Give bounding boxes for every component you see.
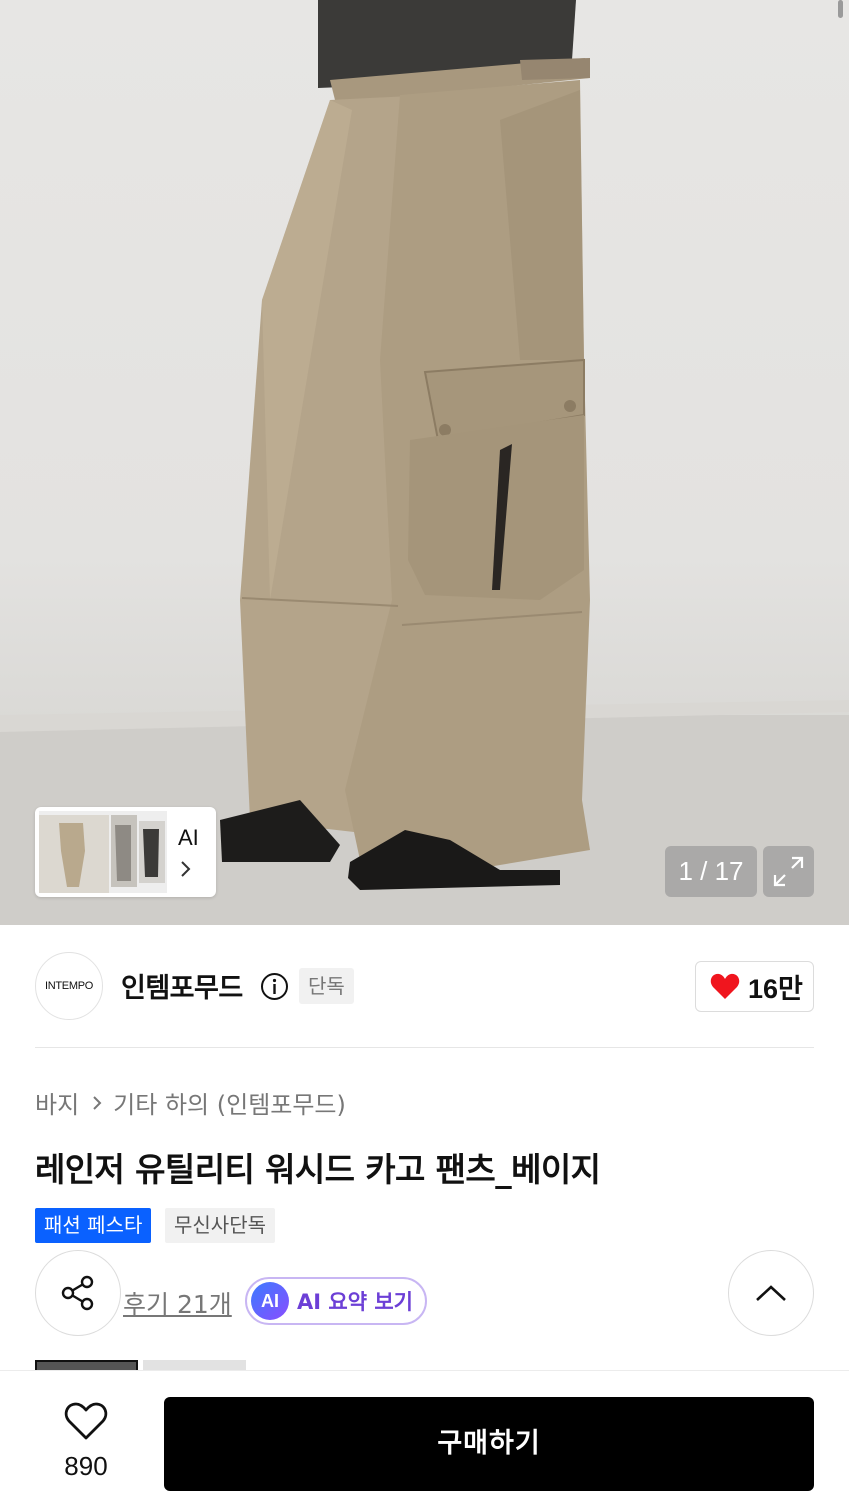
heart-icon xyxy=(710,973,740,999)
ai-badge-icon: AI xyxy=(251,1282,289,1320)
product-title: 레인저 유틸리티 워시드 카고 팬츠_베이지 xyxy=(35,1150,601,1189)
heart-outline-icon xyxy=(64,1402,108,1440)
product-image-carousel[interactable]: AI 1 / 17 xyxy=(0,0,849,925)
chevron-right-icon xyxy=(181,861,191,877)
scroll-top-button[interactable] xyxy=(728,1250,814,1336)
tag-musinsa-exclusive: 무신사단독 xyxy=(165,1208,275,1243)
wishlist-button[interactable]: 890 xyxy=(40,1399,132,1483)
chevron-up-icon xyxy=(756,1285,786,1301)
breadcrumb: 바지 기타 하의 (인템포무드) xyxy=(35,1085,346,1120)
brand-like-count: 16만 xyxy=(748,974,803,1004)
ai-summary-label: AI 요약 보기 xyxy=(297,1290,413,1314)
buy-button[interactable]: 구매하기 xyxy=(164,1397,814,1491)
breadcrumb-item-other-bottoms[interactable]: 기타 하의 (인템포무드) xyxy=(113,1085,346,1120)
color-option-2[interactable] xyxy=(143,1360,246,1370)
thumbnail-images xyxy=(39,811,167,893)
share-button[interactable] xyxy=(35,1250,121,1336)
color-option-1[interactable] xyxy=(35,1360,138,1370)
exclusive-badge: 단독 xyxy=(299,968,354,1004)
brand-like-button[interactable]: 16만 xyxy=(695,961,814,1012)
brand-logo-text: INTEMPO xyxy=(44,980,93,992)
bottom-purchase-bar: 890 구매하기 xyxy=(0,1370,849,1500)
product-photo xyxy=(0,0,849,925)
share-icon xyxy=(61,1275,94,1311)
ai-label: AI xyxy=(178,825,199,850)
ai-similar-thumbnails[interactable]: AI xyxy=(35,807,216,897)
image-counter: 1 / 17 xyxy=(665,846,757,897)
scroll-indicator xyxy=(838,0,843,18)
chevron-right-icon xyxy=(93,1095,102,1110)
ai-summary-button[interactable]: AI AI 요약 보기 xyxy=(245,1277,427,1325)
divider xyxy=(35,1047,814,1048)
brand-logo[interactable]: INTEMPO xyxy=(35,952,103,1020)
info-icon[interactable] xyxy=(260,972,289,1001)
tag-fashion-festa: 패션 페스타 xyxy=(35,1208,152,1243)
review-link[interactable]: 후기 21개 xyxy=(123,1285,232,1321)
expand-button[interactable] xyxy=(763,846,814,897)
brand-name[interactable]: 인템포무드 xyxy=(121,966,243,1005)
expand-icon xyxy=(773,856,804,887)
wishlist-count: 890 xyxy=(64,1451,108,1481)
breadcrumb-item-pants[interactable]: 바지 xyxy=(35,1085,79,1120)
